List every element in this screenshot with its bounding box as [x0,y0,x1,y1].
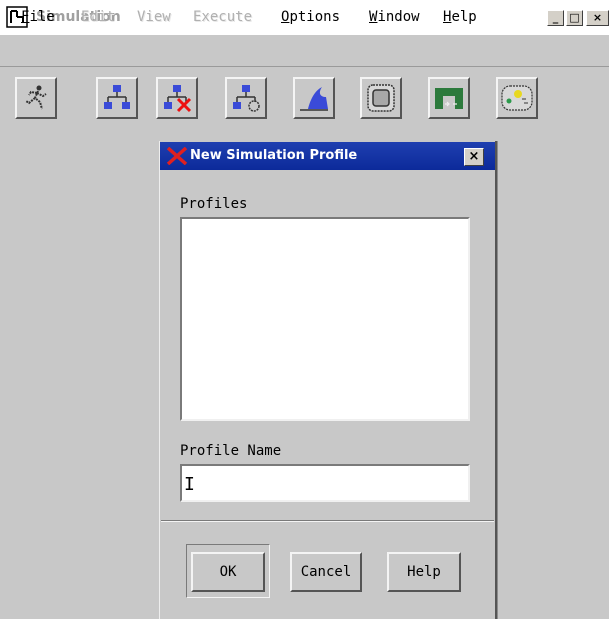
hierarchy-button[interactable] [96,77,138,119]
close-button[interactable]: × [586,10,609,26]
profiles-list[interactable] [180,217,470,421]
running-man-icon [25,85,47,110]
menu-execute[interactable]: Execute [193,9,252,25]
menu-options[interactable]: Options [281,9,340,25]
profiles-label: Profiles [180,196,248,212]
help-button[interactable]: Help [387,552,461,592]
sun-settings-button[interactable] [496,77,538,119]
menu-edit[interactable]: Edit [81,9,115,25]
menu-bar [0,35,609,67]
hierarchy-edit-button[interactable] [225,77,267,119]
cancel-button[interactable]: Cancel [290,552,362,592]
minimize-button[interactable]: _ [547,10,564,26]
run-button[interactable] [15,77,57,119]
maximize-button[interactable]: □ [566,10,583,26]
hierarchy-delete-icon [164,85,192,113]
dialog-separator [161,520,494,522]
ok-button[interactable]: OK [191,552,265,592]
dialog-close-button[interactable]: × [464,148,484,166]
bridge-button[interactable] [428,77,470,119]
hierarchy-edit-icon [233,85,260,112]
bridge-icon [435,88,463,109]
menu-help[interactable]: Help [443,9,477,25]
text-cursor: I [184,474,195,495]
chip-button[interactable] [360,77,402,119]
hierarchy-delete-button[interactable] [156,77,198,119]
menu-file[interactable]: File [21,9,55,25]
workspace-area [0,141,160,619]
menu-view[interactable]: View [137,9,171,25]
menu-window[interactable]: Window [369,9,420,25]
profile-name-label: Profile Name [180,443,282,459]
chip-icon [367,84,395,112]
waveform-icon [300,87,328,111]
sun-settings-icon [501,85,533,111]
waveform-button[interactable] [293,77,335,119]
dialog-title: New Simulation Profile [190,148,358,163]
hierarchy-icon [104,85,130,109]
profile-name-input[interactable] [180,464,470,502]
x-logo-icon [166,147,188,165]
